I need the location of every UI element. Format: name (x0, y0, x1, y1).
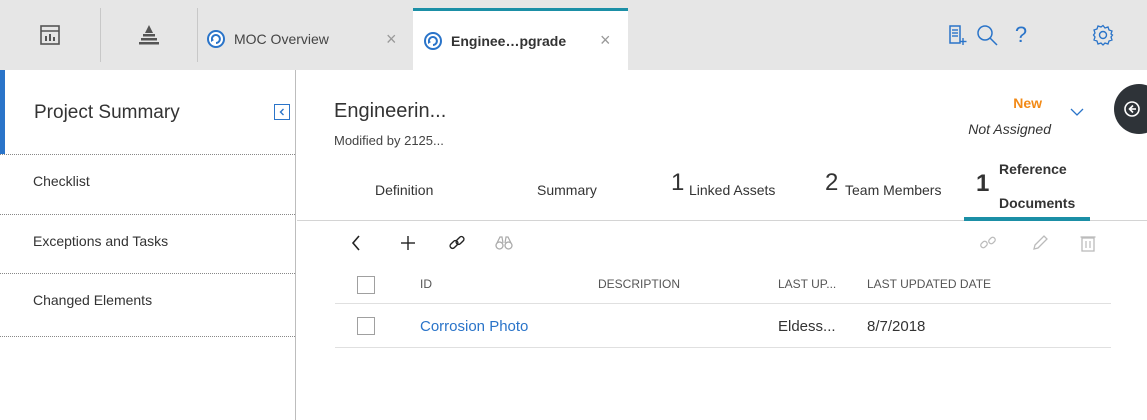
tab-engineering-upgrade[interactable]: Enginee…pgrade × (413, 8, 628, 70)
panel-toggle-icon (1124, 101, 1140, 117)
dashboard-button[interactable] (0, 0, 100, 70)
plus-icon (401, 236, 415, 250)
sidebar-item-label: Changed Elements (33, 292, 153, 308)
tab-label-line1: Reference (999, 161, 1067, 177)
settings-button[interactable] (1090, 22, 1116, 48)
record-modified-by: Modified by 2125... (334, 133, 444, 148)
moc-icon (424, 31, 442, 50)
close-tab-icon[interactable]: × (386, 29, 397, 50)
sidebar-item-label: Exceptions and Tasks (33, 233, 169, 249)
last-updated-date-cell: 8/7/2018 (867, 318, 926, 335)
tab-label: MOC Overview (234, 31, 329, 47)
sidebar-item-exceptions-and-tasks[interactable]: Exceptions and Tasks (0, 214, 295, 274)
chevron-left-icon (279, 108, 284, 116)
tab-label: Team Members (845, 182, 942, 198)
moc-icon (207, 30, 225, 48)
record-title: Engineerin... (334, 100, 447, 122)
tab-label: Enginee…pgrade (451, 32, 567, 49)
search-button[interactable] (974, 22, 1000, 48)
asset-hierarchy-button[interactable] (101, 0, 197, 70)
binoculars-icon (495, 236, 513, 250)
tab-label: Summary (537, 182, 597, 198)
assignee-label: Not Assigned (968, 121, 1051, 137)
add-button[interactable] (397, 232, 419, 254)
top-bar: MOC Overview × Enginee…pgrade × ? (0, 0, 1147, 70)
edit-button[interactable] (1029, 232, 1051, 254)
close-tab-icon[interactable]: × (600, 30, 611, 51)
grid-header: ID DESCRIPTION LAST UP... LAST UPDATED D… (335, 266, 1111, 304)
tab-linked-assets[interactable]: 1 Linked Assets (671, 155, 791, 221)
panel-title: Project Summary (34, 102, 180, 123)
pencil-icon (1033, 235, 1048, 250)
link-icon (449, 235, 465, 250)
divider (0, 336, 295, 337)
search-icon (977, 25, 998, 46)
record-tabs: Definition Summary 1 Linked Assets 2 Tea… (297, 155, 1147, 221)
unlink-button[interactable] (977, 232, 999, 254)
tab-moc-overview[interactable]: MOC Overview × (198, 8, 412, 70)
sidebar-item-changed-elements[interactable]: Changed Elements (0, 273, 295, 333)
back-button[interactable] (345, 232, 367, 254)
trash-icon (1080, 236, 1096, 252)
delete-button[interactable] (1077, 232, 1099, 254)
tab-team-members[interactable]: 2 Team Members (825, 155, 955, 221)
new-document-button[interactable] (944, 22, 970, 48)
collapse-panel-button[interactable] (274, 104, 290, 120)
column-header-last-updated-date[interactable]: LAST UPDATED DATE (867, 277, 991, 291)
grid-toolbar (297, 222, 1147, 264)
state-menu-button[interactable] (1070, 104, 1084, 122)
sidebar-item-checklist[interactable]: Checklist (0, 154, 295, 214)
main-content: Engineerin... Modified by 2125... New No… (297, 70, 1147, 420)
sidebar-item-label: Checklist (33, 173, 90, 189)
help-icon[interactable]: ? (1008, 22, 1034, 48)
status-badge: New (1013, 95, 1042, 111)
tab-definition[interactable]: Definition (375, 155, 455, 221)
tab-reference-documents[interactable]: 1 Reference Documents (964, 155, 1090, 221)
last-updated-by-cell: Eldess... (778, 318, 836, 335)
left-panel: Project Summary Checklist Exceptions and… (0, 70, 296, 420)
tab-count: 2 (825, 169, 839, 196)
row-checkbox[interactable] (357, 317, 375, 335)
tab-label: Definition (375, 182, 434, 198)
document-id-link[interactable]: Corrosion Photo (420, 318, 528, 335)
select-all-checkbox[interactable] (357, 276, 375, 294)
tab-label-line2: Documents (999, 195, 1076, 211)
tab-summary[interactable]: Summary (537, 155, 617, 221)
tab-count: 1 (671, 169, 685, 196)
tab-label: Linked Assets (689, 182, 776, 198)
settings-icon (1092, 24, 1114, 46)
hierarchy-icon (139, 25, 159, 45)
link-button[interactable] (446, 232, 468, 254)
unlink-icon (980, 236, 996, 249)
project-summary-header[interactable]: Project Summary (0, 70, 295, 154)
chevron-left-icon (351, 235, 360, 251)
tab-count: 1 (976, 170, 990, 197)
new-document-icon (949, 25, 967, 45)
chevron-down-icon (1070, 108, 1084, 116)
column-header-description[interactable]: DESCRIPTION (598, 277, 680, 291)
dashboard-icon (40, 25, 60, 45)
find-button[interactable] (493, 232, 515, 254)
table-row[interactable]: Corrosion Photo Eldess... 8/7/2018 (335, 306, 1111, 348)
column-header-last-updated-by[interactable]: LAST UP... (778, 277, 836, 291)
column-header-id[interactable]: ID (420, 277, 432, 291)
